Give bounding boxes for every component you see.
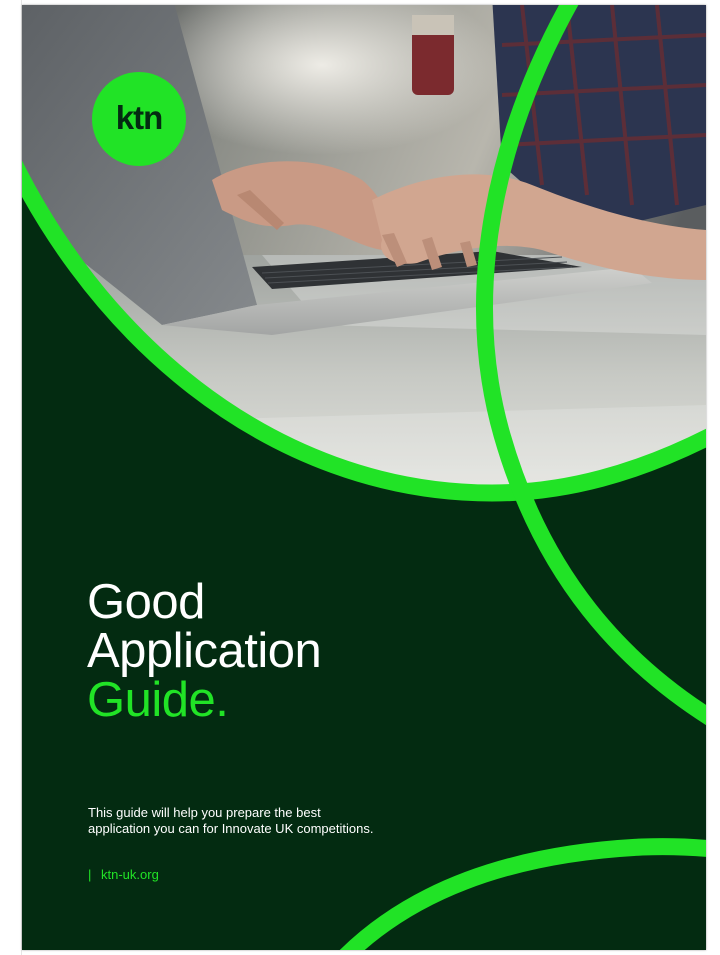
cover-page: ktn Good Application Guide. This guide w… [22,5,706,950]
decorative-arc-bottom [339,838,706,950]
website-link[interactable]: | ktn-uk.org [88,867,159,882]
document-margin [0,0,22,955]
cover-description: This guide will help you prepare the bes… [88,805,374,836]
title-line-guide: Guide. [87,672,229,727]
cover-title: Good Application Guide. [87,574,322,727]
url-separator: | [88,867,92,882]
ktn-logo: ktn [92,72,186,166]
logo-text: ktn [115,99,163,136]
url-text: ktn-uk.org [101,867,159,882]
title-line-good: Good [87,574,205,629]
title-line-application: Application [87,623,322,678]
